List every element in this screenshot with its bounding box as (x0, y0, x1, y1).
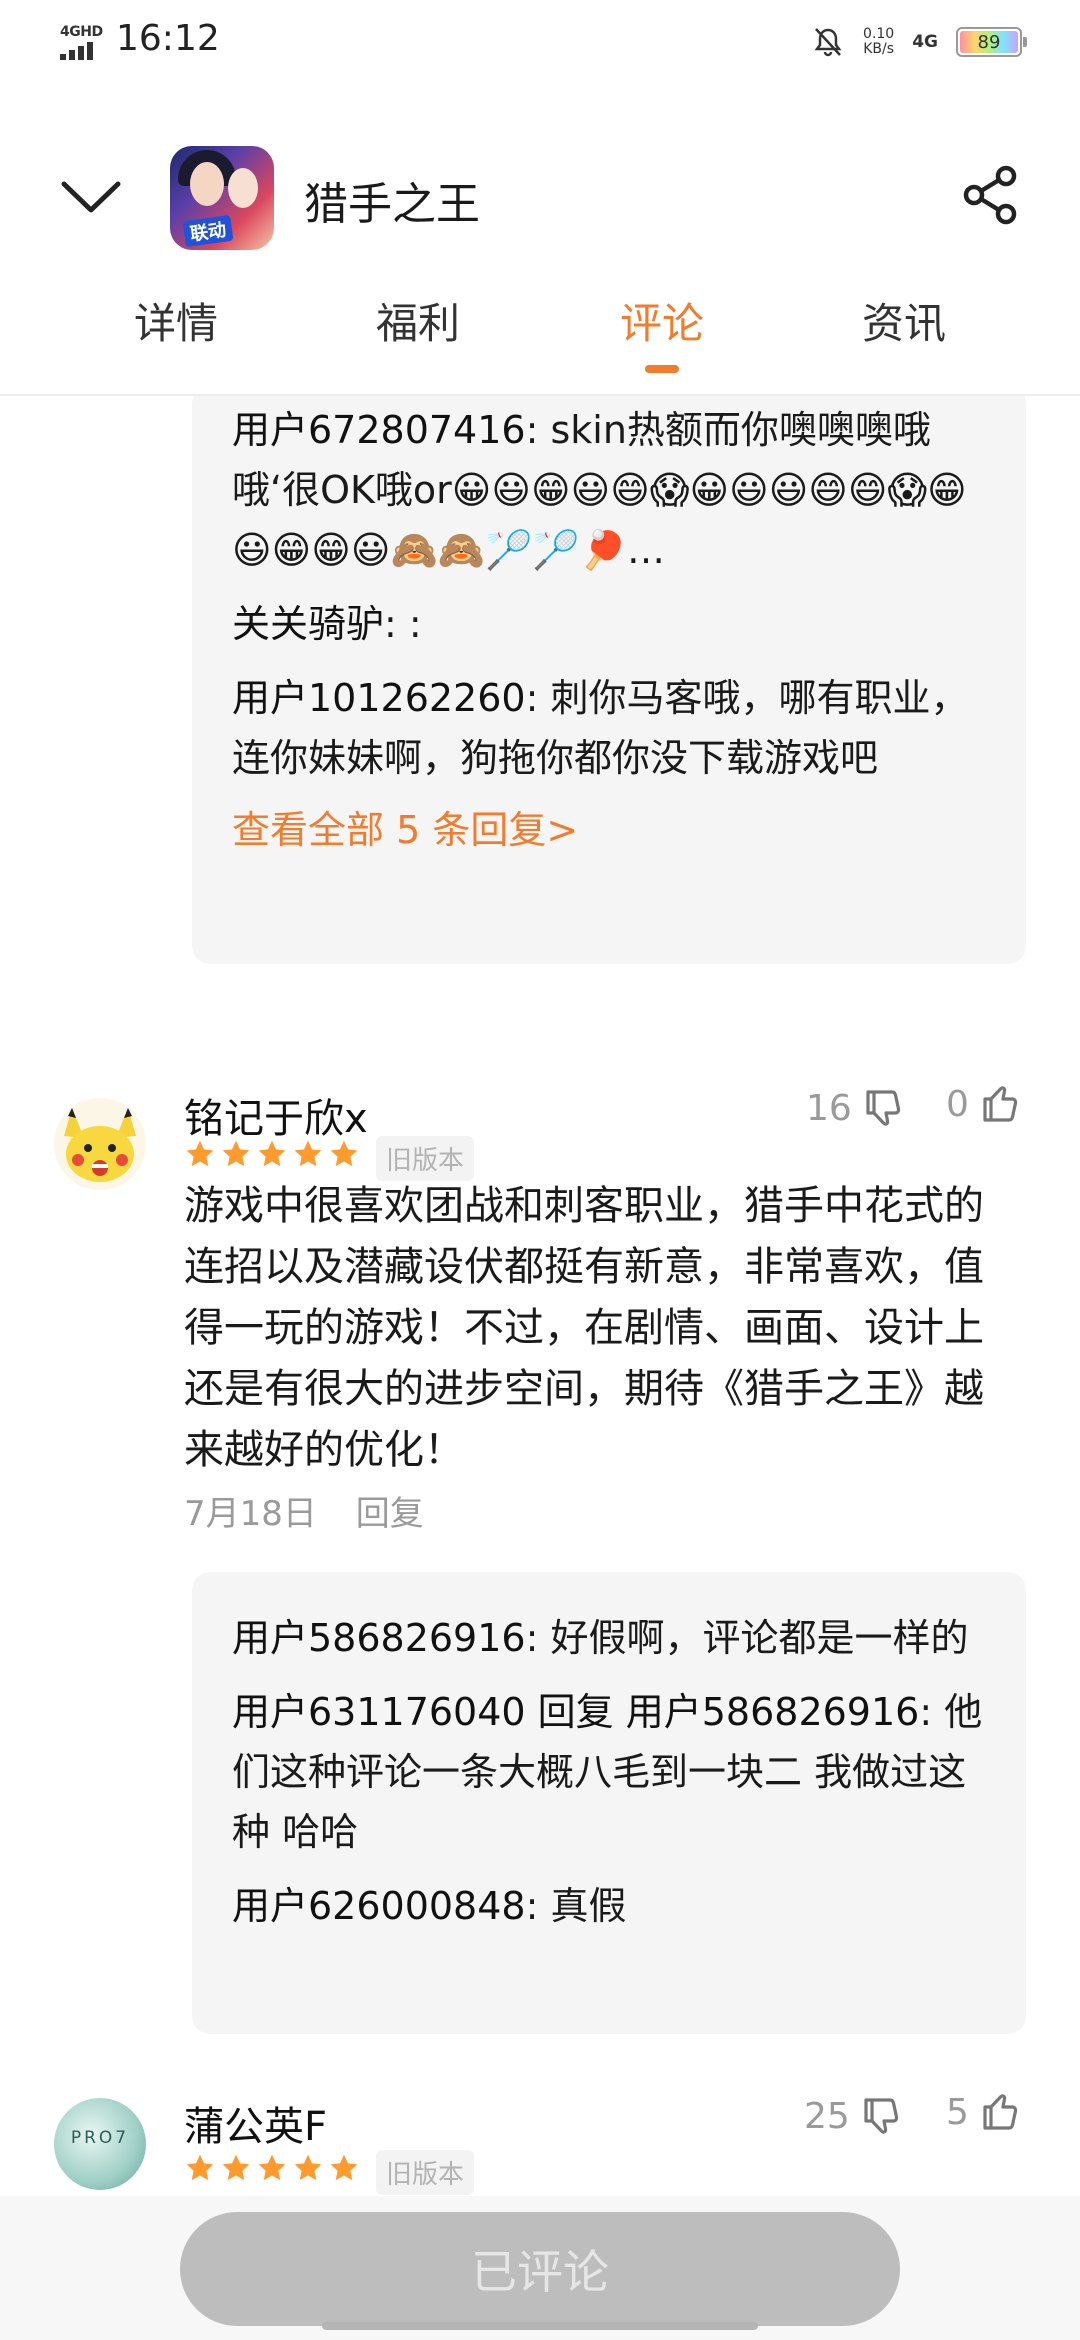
battery-level: 89 (960, 31, 1018, 53)
like-count: 5 (946, 2091, 969, 2133)
reply-text: : : (384, 602, 422, 646)
reply-button[interactable]: 回复 (356, 1494, 424, 1534)
comment-item: 铭记于欣x 旧版本 16 0 游戏中很喜欢团战和刺客职业，猎手中花式的连招以及潜… (0, 1016, 1080, 2034)
tab-bar: 详情 福利 评论 资讯 (0, 290, 1080, 396)
app-root: 4GHD 16:12 0.10 KB/s 4G 89 联动 猎手之王 详情 福利… (0, 0, 1080, 2340)
pikachu-avatar-icon (54, 1098, 146, 1190)
reply-text: : 真假 (525, 1884, 627, 1928)
thumbs-up-icon (983, 1086, 1018, 1122)
star-icon (294, 2154, 322, 2181)
star-icon (258, 2154, 286, 2181)
tab-details[interactable]: 详情 (96, 290, 256, 351)
share-icon[interactable] (960, 164, 1022, 226)
app-icon-badge: 联动 (182, 214, 234, 248)
dislike-button[interactable]: 25 (804, 2094, 902, 2138)
reply-item[interactable]: 用户631176040 回复 用户586826916: 他们这种评论一条大概八毛… (232, 1682, 986, 1862)
comment-list[interactable]: 用户672807416: skin热额而你噢噢噢哦哦‘很OK哦or😀😃😁😃😄😱😀… (0, 396, 1080, 2196)
mute-bell-icon (814, 28, 842, 57)
comment-date: 7月18日 (184, 1494, 317, 1534)
star-icon (330, 1140, 358, 1167)
comment-text: 游戏中很喜欢团战和刺客职业，猎手中花式的连招以及潜藏设伏都挺有新意，非常喜欢，值… (184, 1183, 984, 1473)
reply-item[interactable]: 用户586826916: 好假啊，评论都是一样的 (232, 1608, 986, 1668)
reply-author[interactable]: 用户586826916 (232, 1616, 526, 1660)
reply-item[interactable]: 用户626000848: 真假 (232, 1876, 986, 1936)
reply-thread: 用户672807416: skin热额而你噢噢噢哦哦‘很OK哦or😀😃😁😃😄😱😀… (192, 396, 1026, 964)
reply-thread: 用户586826916: 好假啊，评论都是一样的 用户631176040 回复 … (192, 1572, 1026, 2034)
thumbs-down-icon (866, 1090, 900, 1126)
tab-news[interactable]: 资讯 (824, 290, 984, 351)
reply-text: : 好假啊，评论都是一样的 (525, 1616, 969, 1660)
star-rating (184, 2152, 360, 2184)
star-rating (184, 1138, 360, 1170)
reply-author[interactable]: 用户672807416 (232, 408, 526, 452)
reply-author[interactable]: 用户631176040 回复 用户586826916 (232, 1690, 919, 1734)
net-type-label: 4G (912, 32, 938, 52)
comment-meta: 7月18日 回复 (184, 1486, 452, 1535)
tab-active-indicator (645, 365, 679, 373)
star-icon (258, 1140, 286, 1167)
signal-icon: 4GHD (60, 24, 104, 60)
star-icon (330, 2154, 358, 2181)
version-tag: 旧版本 (376, 1136, 475, 1181)
star-icon (186, 2154, 214, 2181)
comment-author[interactable]: 铭记于欣x (184, 1086, 368, 1144)
star-icon (222, 2154, 250, 2181)
app-header: 联动 猎手之王 (0, 130, 1080, 260)
like-count: 0 (946, 1083, 969, 1125)
reply-item[interactable]: 用户672807416: skin热额而你噢噢噢哦哦‘很OK哦or😀😃😁😃😄😱😀… (232, 400, 986, 580)
home-indicator[interactable] (322, 2322, 758, 2330)
avatar[interactable]: PRO7 (54, 2098, 146, 2190)
view-all-replies-link[interactable]: 查看全部 5 条回复> (232, 802, 986, 858)
app-title: 猎手之王 (304, 179, 480, 230)
avatar[interactable] (54, 1098, 146, 1190)
app-icon: 联动 (170, 146, 274, 250)
dislike-button[interactable]: 16 (806, 1086, 904, 1130)
reply-item[interactable]: 关关骑驴: : (232, 594, 986, 654)
comment-item: PRO7 蒲公英F 旧版本 25 5 (0, 2080, 1080, 2196)
like-button[interactable]: 0 (946, 1082, 1021, 1126)
status-bar: 4GHD 16:12 0.10 KB/s 4G 89 (0, 0, 1080, 84)
dislike-count: 25 (804, 2095, 850, 2137)
battery-icon: 89 (956, 27, 1027, 57)
status-time: 16:12 (116, 18, 220, 59)
network-label: 4GHD (60, 24, 103, 40)
like-button[interactable]: 5 (946, 2090, 1021, 2134)
dislike-count: 16 (806, 1087, 852, 1129)
star-icon (186, 1140, 214, 1167)
tab-comments-label: 评论 (619, 299, 704, 348)
reply-item[interactable]: 用户101262260: 刺你马客哦，哪有职业，连你妹妹啊，狗拖你都你没下载游戏… (232, 668, 986, 788)
network-speed: 0.10 KB/s (863, 26, 895, 57)
star-icon (222, 1140, 250, 1167)
thumbs-up-icon (983, 2094, 1018, 2130)
reply-author[interactable]: 关关骑驴 (232, 602, 384, 646)
thumbs-down-icon (864, 2098, 898, 2134)
star-icon (294, 1140, 322, 1167)
bottom-bar: 已评论 (0, 2196, 1080, 2340)
comment-author[interactable]: 蒲公英F (184, 2094, 327, 2152)
reply-author[interactable]: 用户626000848 (232, 1884, 526, 1928)
chevron-down-icon[interactable] (58, 170, 124, 220)
tab-welfare[interactable]: 福利 (338, 290, 498, 351)
reply-author[interactable]: 用户101262260 (232, 676, 526, 720)
version-tag: 旧版本 (376, 2150, 475, 2195)
commented-button[interactable]: 已评论 (180, 2212, 900, 2326)
tab-comments[interactable]: 评论 (582, 290, 742, 373)
